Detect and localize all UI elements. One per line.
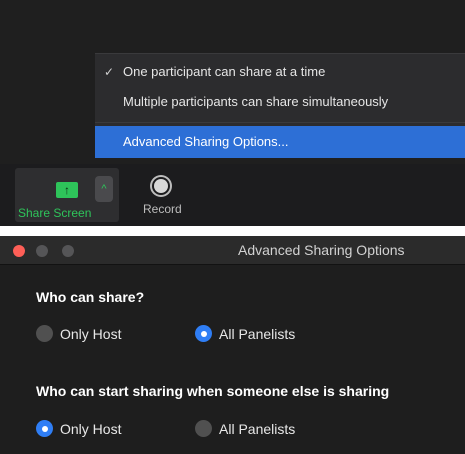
checkmark-icon: ✓: [104, 65, 115, 79]
share-screen-icon: ↑: [56, 182, 78, 198]
menu-item-label: Advanced Sharing Options...: [123, 134, 289, 149]
record-icon[interactable]: [154, 179, 168, 193]
share-screen-label: Share Screen: [18, 206, 92, 220]
meeting-toolbar: ↑ ^ Share Screen Record: [0, 164, 465, 226]
menu-item-label: Multiple participants can share simultan…: [123, 94, 389, 109]
record-label[interactable]: Record: [143, 202, 182, 216]
maximize-window-icon[interactable]: [62, 245, 74, 257]
menu-item-advanced-sharing-options[interactable]: Advanced Sharing Options...: [95, 126, 465, 158]
window-title: Advanced Sharing Options: [238, 242, 405, 258]
radio-who-can-share-only-host[interactable]: Only Host: [36, 325, 121, 342]
menu-divider: [95, 122, 465, 123]
menu-item-one-participant[interactable]: ✓ One participant can share at a time: [95, 59, 465, 85]
menu-item-label: One participant can share at a time: [123, 64, 326, 79]
radio-start-sharing-only-host[interactable]: Only Host: [36, 420, 121, 437]
chevron-up-icon[interactable]: ^: [95, 176, 113, 202]
who-can-start-sharing-heading: Who can start sharing when someone else …: [36, 383, 390, 399]
radio-label: All Panelists: [219, 325, 296, 342]
minimize-window-icon[interactable]: [36, 245, 48, 257]
radio-button[interactable]: [195, 325, 212, 342]
radio-label: Only Host: [60, 420, 122, 437]
meeting-window: ✓ One participant can share at a time Mu…: [0, 0, 465, 226]
share-screen-button[interactable]: ↑ ^ Share Screen: [15, 168, 119, 222]
radio-who-can-share-all-panelists[interactable]: All Panelists: [195, 325, 295, 342]
radio-start-sharing-all-panelists[interactable]: All Panelists: [195, 420, 295, 437]
radio-button[interactable]: [36, 325, 53, 342]
advanced-sharing-options-dialog: Advanced Sharing Options Who can share? …: [0, 236, 465, 454]
title-bar: Advanced Sharing Options: [0, 236, 465, 265]
who-can-share-heading: Who can share?: [36, 289, 145, 305]
share-options-menu: ✓ One participant can share at a time Mu…: [95, 53, 465, 158]
close-window-icon[interactable]: [13, 245, 25, 257]
radio-button[interactable]: [36, 420, 53, 437]
menu-item-multiple-participants[interactable]: Multiple participants can share simultan…: [95, 89, 465, 115]
radio-button[interactable]: [195, 420, 212, 437]
radio-label: All Panelists: [219, 420, 296, 437]
radio-label: Only Host: [60, 325, 122, 342]
